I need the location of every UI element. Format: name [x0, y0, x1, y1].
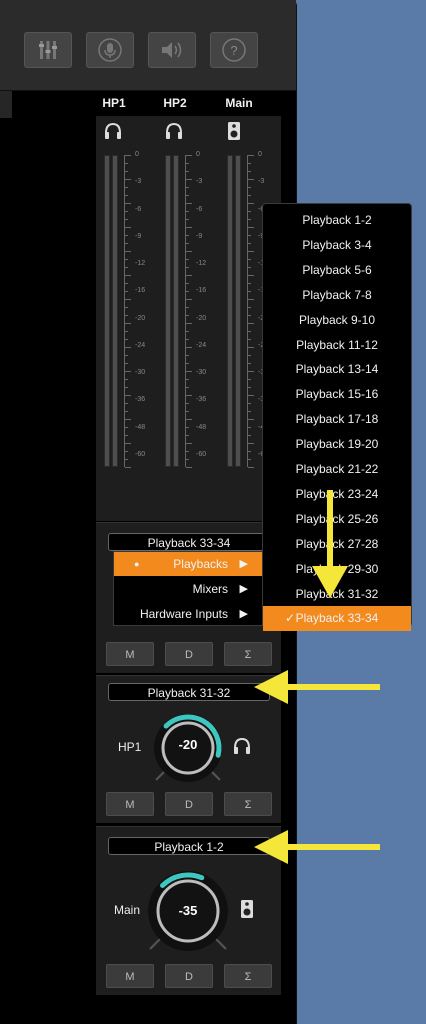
arrow-left-annotation-hp1 — [254, 670, 380, 704]
arrow-down-annotation — [312, 490, 348, 598]
annotation-arrows — [254, 490, 380, 864]
arrow-left-annotation-main — [254, 830, 380, 864]
